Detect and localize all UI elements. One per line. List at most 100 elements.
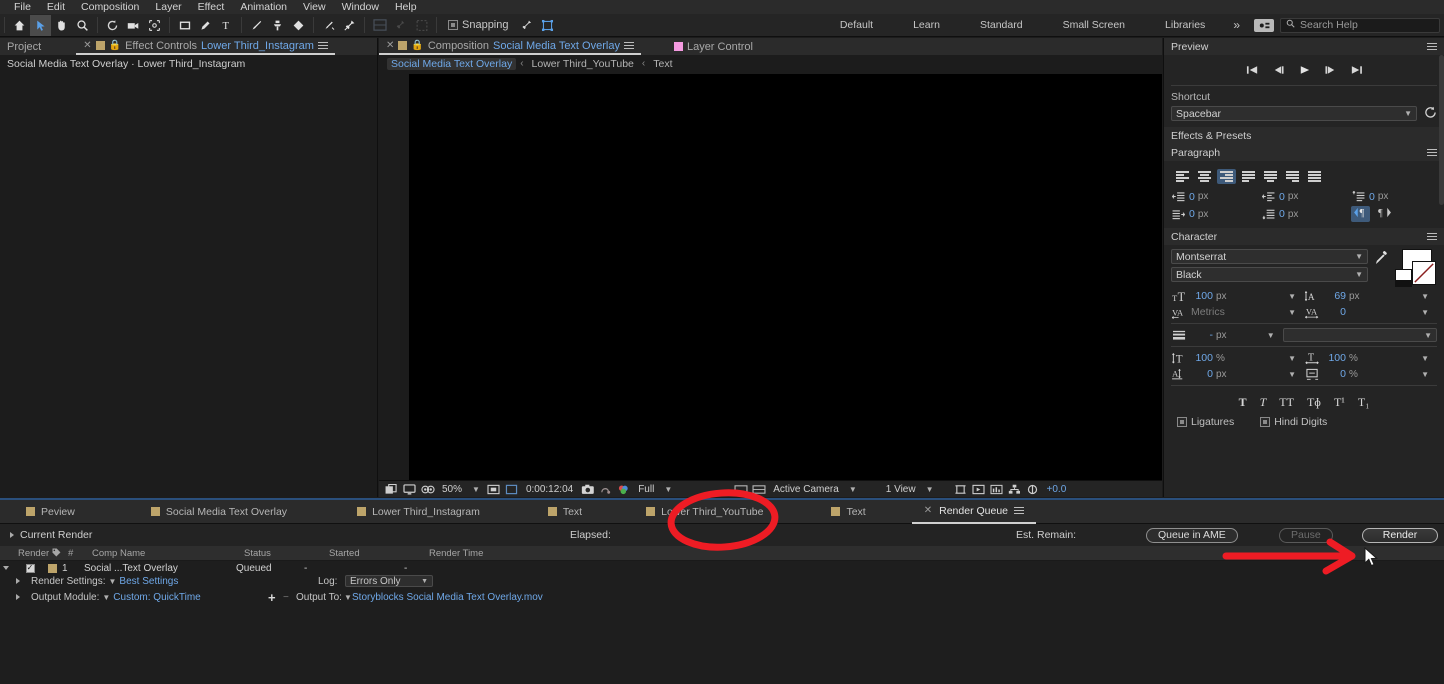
tab-effect-controls[interactable]: ✕ 🔒 Effect Controls Lower Third_Instagra… [76, 39, 335, 55]
row-render-checkbox[interactable]: ✓ [18, 563, 42, 573]
views-value[interactable]: 1 View [882, 484, 920, 495]
indent-right-margin-field[interactable]: 0 px [1261, 190, 1347, 203]
align-center-button[interactable] [1195, 169, 1214, 184]
bottom-tab-lower-third-youtube[interactable]: Lower Third_YouTube [634, 500, 775, 524]
rotation-tool-icon[interactable] [102, 15, 123, 36]
composition-viewer[interactable] [409, 74, 1162, 480]
clone-stamp-tool-icon[interactable] [267, 15, 288, 36]
take-snapshot-icon[interactable] [580, 482, 595, 496]
workspace-small-screen[interactable]: Small Screen [1043, 14, 1145, 37]
left-to-right-button[interactable]: ¶ [1351, 206, 1370, 222]
tsume-field[interactable]: 0 % ▼ [1304, 367, 1437, 381]
align-right-button[interactable] [1217, 169, 1236, 184]
stroke-type-select[interactable]: ▼ [1282, 328, 1437, 342]
remove-output-module-icon[interactable]: − [283, 592, 289, 603]
render-settings-expand-icon[interactable] [0, 578, 26, 584]
camera-tool-icon[interactable] [123, 15, 144, 36]
shape-tool-icon[interactable] [174, 15, 195, 36]
workspace-libraries[interactable]: Libraries [1145, 14, 1225, 37]
pan-behind-tool-icon[interactable] [144, 15, 165, 36]
bottom-tab-render-queue[interactable]: ✕ Render Queue [911, 500, 1037, 524]
subscript-button[interactable]: T₁ [1358, 395, 1370, 410]
render-button[interactable]: Render [1362, 527, 1438, 543]
breadcrumb-item-0[interactable]: Social Media Text Overlay [387, 57, 517, 70]
preview-monitor-icon[interactable] [402, 482, 417, 496]
output-module-value[interactable]: Custom: QuickTime [113, 592, 200, 603]
panel-menu-icon[interactable] [1427, 147, 1437, 158]
lock-icon[interactable]: 🔒 [411, 40, 423, 51]
align-left-button[interactable] [1173, 169, 1192, 184]
bottom-tab-lower-third-instagram[interactable]: Lower Third_Instagram [345, 500, 492, 524]
horizontal-scale-field[interactable]: T 100 % ▼ [1304, 351, 1437, 365]
row-comp-name[interactable]: Social ...Text Overlay [84, 563, 236, 574]
expand-triangle-icon[interactable] [10, 532, 14, 538]
toggle-mask-paths-icon[interactable] [384, 482, 399, 496]
pen-tool-icon[interactable] [195, 15, 216, 36]
chevron-down-icon[interactable]: ▼ [109, 577, 117, 586]
close-icon[interactable]: ✕ [83, 40, 91, 51]
eyedropper-icon[interactable] [1375, 250, 1388, 268]
snapping-checkbox[interactable] [448, 20, 458, 30]
menu-effect[interactable]: Effect [190, 0, 233, 14]
log-select[interactable]: Errors Only ▼ [345, 575, 433, 587]
space-before-field[interactable]: 0 px [1351, 190, 1437, 203]
chevron-down-icon[interactable]: ▼ [344, 593, 352, 602]
row-expand-triangle-icon[interactable] [0, 566, 18, 570]
output-module-expand-icon[interactable] [0, 594, 26, 600]
font-style-select[interactable]: Black ▼ [1171, 267, 1368, 282]
puppet-starch-icon[interactable] [411, 15, 432, 36]
right-to-left-button[interactable]: ¶ [1375, 206, 1394, 222]
resolution-value[interactable]: Full [634, 484, 658, 495]
queue-in-ame-button[interactable]: Queue in AME [1146, 527, 1238, 543]
selection-tool-icon[interactable] [30, 14, 51, 36]
chevron-down-icon[interactable]: ▼ [1288, 292, 1296, 301]
all-caps-button[interactable]: TT [1279, 395, 1294, 410]
col-render-time[interactable]: Render Time [423, 548, 563, 559]
home-icon[interactable] [9, 15, 30, 36]
view-source-value[interactable]: Active Camera [769, 484, 843, 495]
hindi-digits-checkbox-row[interactable]: Hindi Digits [1260, 416, 1327, 428]
hindi-digits-checkbox[interactable] [1260, 417, 1271, 427]
font-family-select[interactable]: Montserrat ▼ [1171, 249, 1368, 264]
zoom-chevron-down-icon[interactable]: ▼ [469, 485, 483, 494]
tracking-field[interactable]: VA 0 ▼ [1304, 305, 1437, 319]
previous-frame-icon[interactable] [1272, 65, 1285, 78]
workspace-overflow-icon[interactable]: » [1225, 18, 1248, 32]
panel-menu-icon[interactable] [1427, 231, 1437, 242]
kerning-field[interactable]: VA Metrics ▼ [1171, 305, 1304, 319]
view-options-icon[interactable] [751, 482, 766, 496]
chevron-down-icon[interactable]: ▼ [1288, 308, 1296, 317]
font-size-field[interactable]: TT 100 px ▼ [1171, 289, 1304, 303]
breadcrumb-item-2[interactable]: Text [649, 58, 676, 70]
superscript-button[interactable]: T¹ [1334, 395, 1345, 410]
search-help-field[interactable]: Search Help [1280, 17, 1440, 33]
transform-box-icon[interactable] [537, 15, 558, 36]
menu-animation[interactable]: Animation [232, 0, 295, 14]
tab-composition[interactable]: ✕ 🔒 Composition Social Media Text Overla… [379, 39, 641, 55]
chevron-down-icon[interactable]: ▼ [1288, 370, 1296, 379]
small-caps-button[interactable]: Tɸ [1307, 395, 1321, 410]
hand-tool-icon[interactable] [51, 15, 72, 36]
zoom-tool-icon[interactable] [72, 15, 93, 36]
menu-view[interactable]: View [295, 0, 334, 14]
leading-field[interactable]: A 69 px ▼ [1304, 289, 1437, 303]
chevron-down-icon[interactable]: ▼ [1421, 370, 1429, 379]
bottom-tab-preview[interactable]: Peview [14, 500, 87, 524]
show-channel-color-icon[interactable] [616, 482, 631, 496]
render-settings-value[interactable]: Best Settings [119, 576, 178, 587]
workspace-default[interactable]: Default [820, 14, 893, 37]
puppet-overlap-icon[interactable] [390, 15, 411, 36]
panel-menu-icon[interactable] [1014, 505, 1025, 516]
close-icon[interactable]: ✕ [924, 505, 932, 516]
menu-edit[interactable]: Edit [39, 0, 73, 14]
bottom-tab-text-2[interactable]: Text [819, 500, 877, 524]
effects-presets-panel-header[interactable]: Effects & Presets [1164, 127, 1444, 144]
row-label-swatch[interactable] [42, 563, 62, 573]
show-snapshot-icon[interactable] [598, 482, 613, 496]
shortcut-select[interactable]: Spacebar ▼ [1171, 106, 1417, 121]
region-of-interest-icon[interactable] [504, 482, 519, 496]
lock-icon[interactable]: 🔒 [109, 40, 121, 51]
workspace-menu-icon[interactable] [1254, 18, 1274, 32]
chevron-down-icon[interactable]: ▼ [102, 593, 110, 602]
puppet-pin-tool-icon[interactable] [339, 15, 360, 36]
